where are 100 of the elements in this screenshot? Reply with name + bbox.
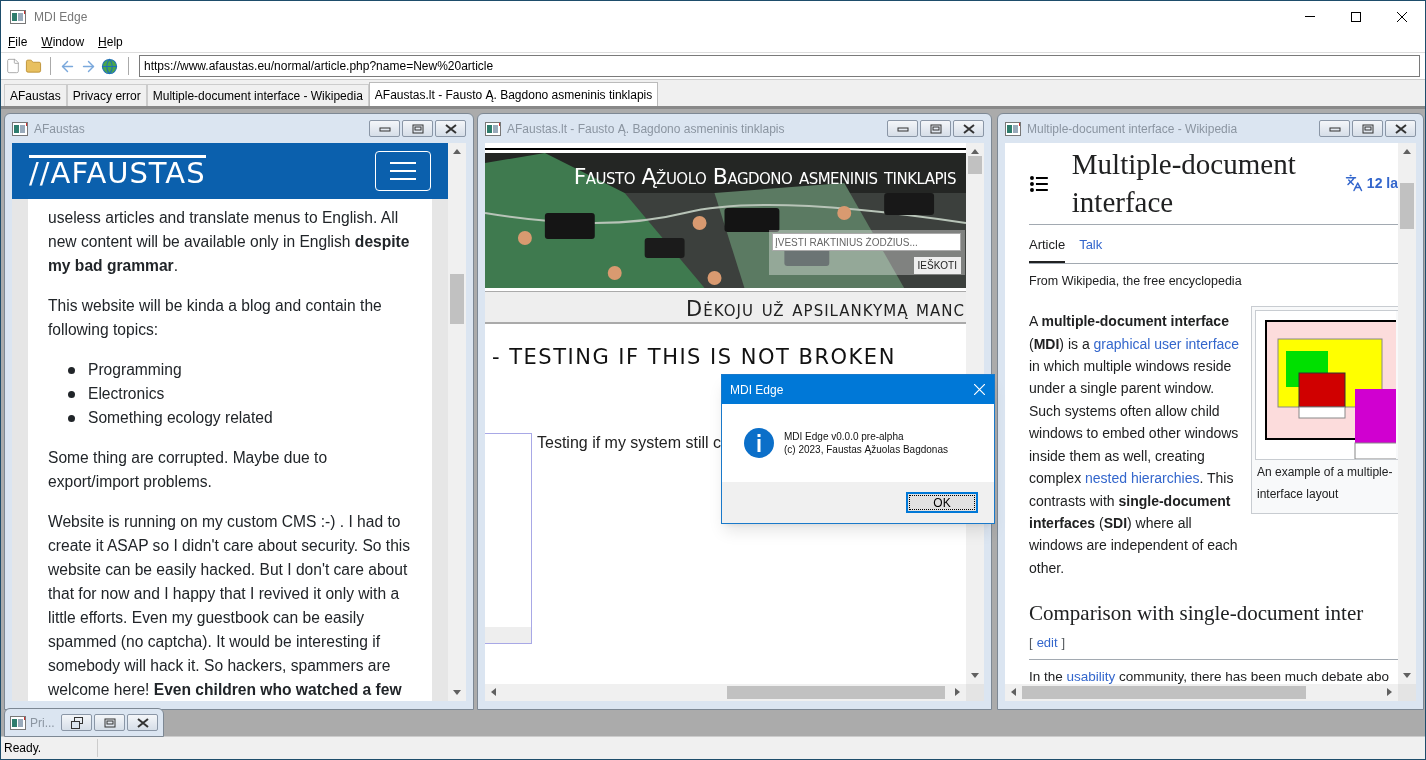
maximize-icon [411,123,424,134]
search-field[interactable]: ĮVESTI RAKTINIUS ŽODŽIUS... [772,233,961,251]
paragraph: Some thing are corrupted. Maybe due to export/import problems. [48,448,329,492]
scroll-up-arrow-icon[interactable] [971,149,979,154]
ok-button[interactable]: OK [906,492,978,513]
minimize-button[interactable] [1319,120,1350,137]
close-icon [444,123,457,134]
contents-icon [1030,176,1048,192]
horizontal-scrollbar[interactable] [485,684,966,701]
close-icon [1394,123,1407,134]
scrollbar-thumb[interactable] [1400,183,1414,229]
maximize-icon [103,717,116,728]
address-field[interactable]: https://www.afaustas.eu/normal/article.php?name=New%20article [139,55,1420,77]
paragraph: useless articles and translate menus to English. All new content will be available only in English despite my bad grammar. [48,208,411,276]
list-item: Electronics [88,384,165,404]
scroll-right-arrow-icon[interactable] [955,688,960,696]
document-tab[interactable]: Privacy error [66,84,147,106]
page-tab[interactable]: Talk [1079,235,1103,263]
minimize-icon [1305,16,1315,17]
minimize-icon [896,124,909,133]
scroll-left-arrow-icon[interactable] [491,688,496,696]
link[interactable]: interface [1185,335,1240,352]
banner-title: Fausto Ąžuolo Bagdono asmeninis tinklapis [573,163,956,191]
list-item: Something ecology related [88,408,273,428]
app-icon [10,715,26,730]
scroll-up-arrow-icon[interactable] [453,149,461,154]
app-icon [10,9,26,24]
dialog-message: (c) 2023, Faustas Ąžuolas Bagdonas [784,443,948,456]
app-icon [1005,121,1021,136]
menu-item[interactable]: File [8,33,28,51]
globe-icon[interactable] [101,57,118,75]
scroll-up-arrow-icon[interactable] [1403,149,1411,154]
info-icon [744,428,774,458]
close-icon [962,123,975,134]
body-text: Testing if my system still c [537,432,722,453]
menu-item[interactable]: Window [41,33,85,51]
close-button[interactable] [127,714,158,731]
folder-icon[interactable] [25,57,42,75]
paragraph: In the usability community, there has been much debate abo [1029,667,1390,684]
scroll-down-arrow-icon[interactable] [971,673,979,678]
figure-caption: interface layout [1257,486,1339,504]
minimize-button[interactable] [369,120,400,137]
close-button[interactable] [953,120,984,137]
figure-caption: An example of a multiple- [1257,464,1393,482]
dialog-title: MDI Edge [730,381,784,399]
document-tab[interactable]: AFaustas.lt - Fausto Ą. Bagdono asmeninis tinklapis [368,82,659,106]
bracket: [ [1029,634,1033,653]
scroll-right-arrow-icon[interactable] [1387,688,1392,696]
bullet-icon [68,414,75,422]
close-button[interactable] [435,120,466,137]
restore-icon [70,716,83,729]
vertical-scrollbar[interactable] [448,143,466,701]
minimize-button[interactable] [887,120,918,137]
new-file-icon[interactable] [5,58,21,74]
app-icon [12,121,28,136]
close-icon [136,717,149,728]
scrollbar-thumb[interactable] [968,156,982,174]
paragraph: A multiple-document interface (MDI) is a graphical user interface in which multiple windows reside under a single parent window. Such systems often allow child windows to embed other windows inside them as well, creating complex nested hierarchies. This contrasts with single-document interfaces (SDI) where all windows are independent of each other. [1029,312,1241,578]
minimize-icon [1328,124,1341,133]
marquee-text: Dėkoju už apsilankymą manc [686,296,965,322]
scrollbar-thumb[interactable] [1022,686,1306,699]
maximize-icon [929,123,942,134]
menu-item[interactable]: Help [98,33,123,51]
link[interactable]: usability [1066,668,1116,684]
bullet-icon [68,366,75,374]
bullet-icon [68,390,75,398]
child-window-title: AFaustas [34,120,85,138]
search-button[interactable]: IEŠKOTI [913,257,961,274]
horizontal-scrollbar[interactable] [1005,684,1398,701]
menu-button[interactable] [375,151,431,191]
dialog-message: MDI Edge v0.0.0 pre-alpha [784,430,905,443]
child-window-title: Multiple-document interface - Wikipedia [1027,120,1238,138]
scroll-left-arrow-icon[interactable] [1011,688,1016,696]
status-text: Ready. [1,739,98,757]
scroll-down-arrow-icon[interactable] [453,690,461,695]
document-tab[interactable]: AFaustas [4,84,67,106]
languages-link[interactable]: 12 la [1366,172,1398,194]
close-icon [1397,11,1407,22]
maximize-icon [1361,123,1374,134]
edit-link[interactable]: edit [1036,633,1058,653]
maximize-icon [1351,11,1361,22]
list-item: Programming [88,360,182,380]
scrollbar-thumb[interactable] [450,274,464,324]
vertical-scrollbar[interactable] [1398,143,1416,684]
paragraph: This website will be kinda a blog and contain the following topics: [48,296,383,340]
page-tab[interactable]: Article [1029,235,1066,263]
site-logo[interactable]: //AFAUSTAS [29,154,206,188]
link[interactable]: graphical user [1093,335,1182,352]
page-title: Multiple-document interface [1071,147,1297,220]
scroll-down-arrow-icon[interactable] [1403,673,1411,678]
tagline: From Wikipedia, the free encyclopedia [1029,272,1243,290]
bracket: ] [1061,634,1066,653]
paragraph: Website is running on my custom CMS :-) . I had to create it ASAP so I didn't care about security. So this website can be easily hacked. But I don't care about that for now and I happy that I revived it only with a little efforts. Even my guestbook can be easily spammed (no captcha). It would be interesting if somebody will hack it. So hackers, spammers are welcome here! Even children who watched a few [48,512,412,700]
restore-button[interactable] [61,714,92,731]
document-tab[interactable]: Multiple-document interface - Wikipedia [146,84,369,106]
scrollbar-thumb[interactable] [727,686,945,699]
child-window-title: AFaustas.lt - Fausto Ą. Bagdono asmeninis tinklapis [507,120,785,138]
close-button[interactable] [1385,120,1416,137]
translate-icon [1344,174,1363,192]
scrollbar-corner [1398,684,1416,701]
